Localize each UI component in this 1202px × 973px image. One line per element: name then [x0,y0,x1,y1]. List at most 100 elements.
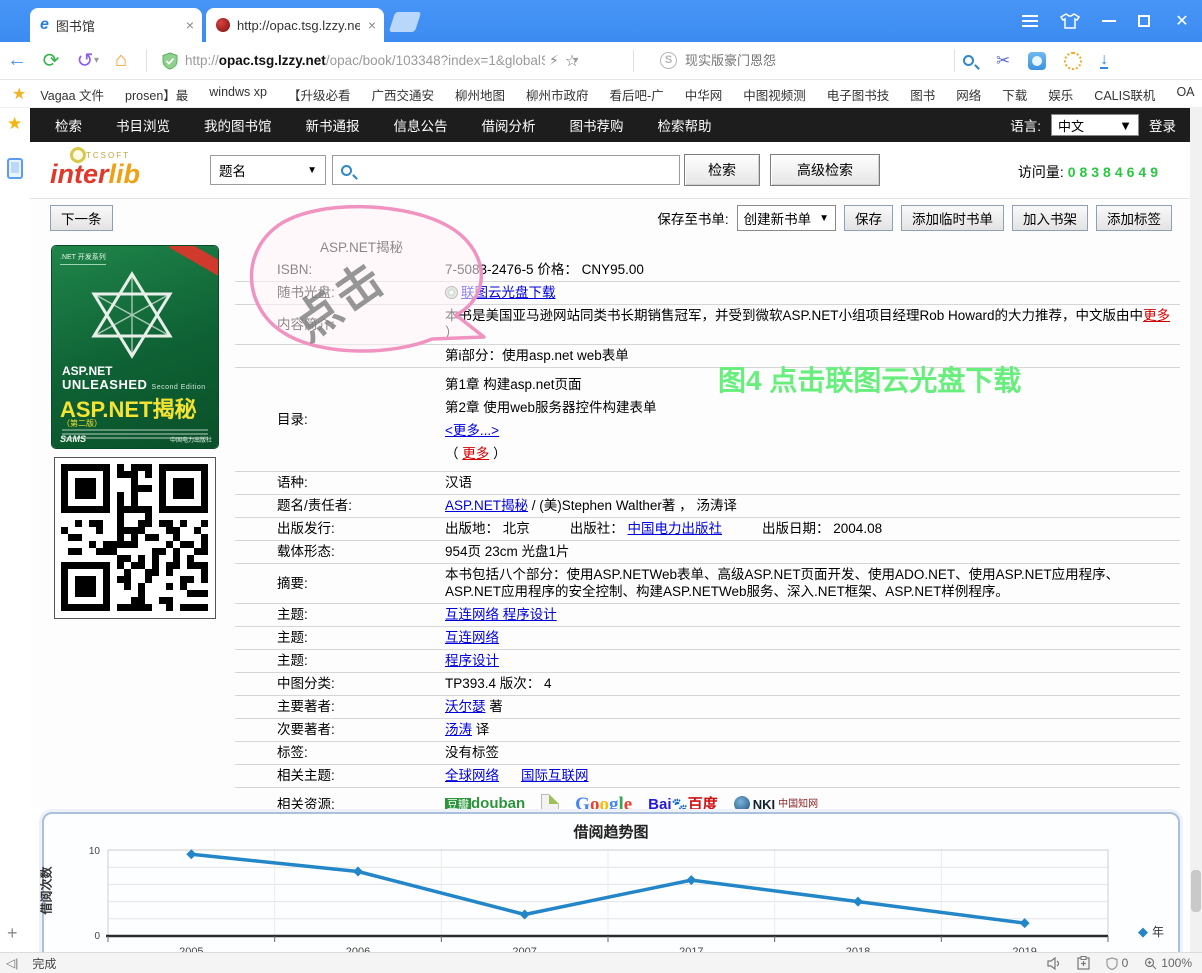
page-icon[interactable] [541,794,559,814]
bookmark-item[interactable]: 电子图书技 [827,85,890,104]
bookmark-item[interactable]: prosen】最 [125,85,188,104]
back-icon[interactable]: ← [0,49,34,72]
collapse-panel-icon[interactable]: ◁| [6,956,18,970]
refresh-icon[interactable]: ⟳ [34,48,68,73]
interlib-logo[interactable]: TCSOFT interlib [42,147,192,193]
bookmark-item[interactable]: 娱乐 [1048,85,1073,104]
mobile-view-icon[interactable] [7,158,23,179]
language-select[interactable]: 中文▼ [1051,114,1139,136]
address-dropdown-icon[interactable]: ▾ [573,55,583,66]
related-topic-link[interactable]: 国际互联网 [521,768,589,783]
bookmark-item[interactable]: 柳州市政府 [526,85,589,104]
douban-logo[interactable]: 豆瓣douban [445,795,525,814]
tab-close-icon[interactable]: × [368,17,376,33]
toc-more-red-link[interactable]: 更多 [462,446,489,461]
bookmark-item[interactable]: 中华网 [685,85,723,104]
home-icon[interactable]: ⌂ [104,49,138,72]
related-topic-link[interactable]: 全球网络 [445,768,499,783]
save-button[interactable]: 保存 [844,205,893,231]
cnki-logo[interactable]: NKI中国知网 [734,796,818,813]
publisher-link[interactable]: 中国电力出版社 [628,521,723,536]
browser-search-input[interactable] [685,53,946,68]
bookmark-item[interactable]: 柳州地图 [455,85,505,104]
nav-item[interactable]: 新书通报 [306,115,360,135]
field-label: 次要著者: [235,721,445,738]
maximize-icon[interactable] [1138,15,1150,27]
undo-dropdown-icon[interactable]: ▾ [94,55,104,66]
google-logo[interactable]: Google [575,796,632,813]
nav-item[interactable]: 信息公告 [394,115,448,135]
add-tag-button[interactable]: 添加标签 [1096,205,1172,231]
search-button[interactable]: 检索 [684,154,760,186]
opac-search-input[interactable] [332,155,680,185]
favorites-star-icon[interactable]: ★ [12,84,26,104]
browser-tab-library[interactable]: e 图书馆 × [30,8,202,42]
new-tab-button[interactable] [389,12,421,32]
title-link[interactable]: ASP.NET揭秘 [445,498,528,513]
nav-item[interactable]: 图书荐购 [570,115,624,135]
zoom-level[interactable]: 100% [1144,956,1192,970]
minimize-icon[interactable] [1102,20,1116,22]
nav-item[interactable]: 借阅分析 [482,115,536,135]
opac-search-text[interactable] [360,163,671,178]
nav-item[interactable]: 书目浏览 [116,115,170,135]
baidu-logo[interactable]: Bai🐾百度 [648,796,718,813]
bookmark-item[interactable]: 网络 [956,85,981,104]
speaker-icon[interactable] [1047,957,1061,970]
search-icon[interactable] [963,55,974,66]
more-tools-icon[interactable] [1064,52,1082,70]
lightning-icon[interactable]: ⚡ [549,52,559,69]
add-shelf-button[interactable]: 加入书架 [1012,205,1088,231]
toc-more-link[interactable]: <更多...> [445,423,499,438]
bookmark-item[interactable]: 广西交通安 [371,85,434,104]
address-bar[interactable]: http://opac.tsg.lzzy.net/opac/book/10334… [155,47,625,75]
tab-close-icon[interactable]: × [186,17,194,33]
cloud-disc-download-link[interactable]: 联图云光盘下载 [461,285,556,300]
bookmark-item[interactable]: 中图视频测 [743,85,806,104]
search-box[interactable]: S [652,47,982,75]
advanced-search-button[interactable]: 高级检索 [770,154,880,186]
bookmark-item[interactable]: OA [1176,85,1194,104]
search-engine-icon[interactable]: S [660,52,677,69]
bookmark-item[interactable]: 【升级必看 [288,85,351,104]
url-text[interactable]: http://opac.tsg.lzzy.net/opac/book/10334… [185,53,545,68]
bookmark-item[interactable]: CALIS联机 [1094,85,1155,104]
next-record-button[interactable]: 下一条 [50,205,113,231]
book-cover[interactable]: .NET 开发系列 ASP.NET UNLEASHED Second Editi… [52,246,218,448]
nav-item[interactable]: 我的图书馆 [204,115,272,135]
nav-item[interactable]: 检索帮助 [658,115,712,135]
shield-count[interactable]: 0 [1106,956,1129,970]
add-temp-list-button[interactable]: 添加临时书单 [901,205,1004,231]
bookmark-item[interactable]: Vagaa 文件 [40,85,104,104]
bookmark-item[interactable]: 下载 [1002,85,1027,104]
app-icon[interactable] [1028,52,1046,70]
booklist-select[interactable]: 创建新书单▼ [737,205,836,231]
bookmark-item[interactable]: 看后吧-广 [610,85,664,104]
skin-icon[interactable] [1060,13,1080,29]
window-controls: ✕ [1022,0,1192,42]
row-tags: 标签: 没有标签 [235,742,1180,765]
sidebar-expand-icon[interactable]: + [7,923,18,944]
subject-link[interactable]: 互连网络 程序设计 [445,607,557,622]
security-shield-icon[interactable] [161,52,179,70]
subject-link[interactable]: 互连网络 [445,630,499,645]
bookmark-item[interactable]: windws xp [209,85,267,104]
search-field-select[interactable]: 题名▼ [210,155,326,185]
intro-more-link[interactable]: 更多 [1143,308,1170,323]
close-icon[interactable]: ✕ [1172,11,1192,31]
clipboard-icon[interactable] [1077,956,1090,970]
subject-link[interactable]: 程序设计 [445,653,499,668]
author-link[interactable]: 沃尔瑟 [445,699,486,714]
download-icon[interactable]: ↓ [1100,53,1108,69]
nav-item[interactable]: 检索 [55,115,82,135]
menu-icon[interactable] [1022,12,1038,30]
browser-tab-opac[interactable]: http://opac.tsg.lzzy.net × [206,8,384,42]
screenshot-scissors-icon[interactable]: ✂ [996,51,1010,71]
vertical-scrollbar[interactable] [1190,108,1202,952]
scrollbar-thumb[interactable] [1191,870,1201,912]
chart-legend[interactable]: ◆ 年 [1138,923,1164,940]
translator-link[interactable]: 汤涛 [445,722,472,737]
sidebar-star-icon[interactable]: ★ [7,114,22,134]
bookmark-item[interactable]: 图书 [910,85,935,104]
login-link[interactable]: 登录 [1149,115,1176,135]
